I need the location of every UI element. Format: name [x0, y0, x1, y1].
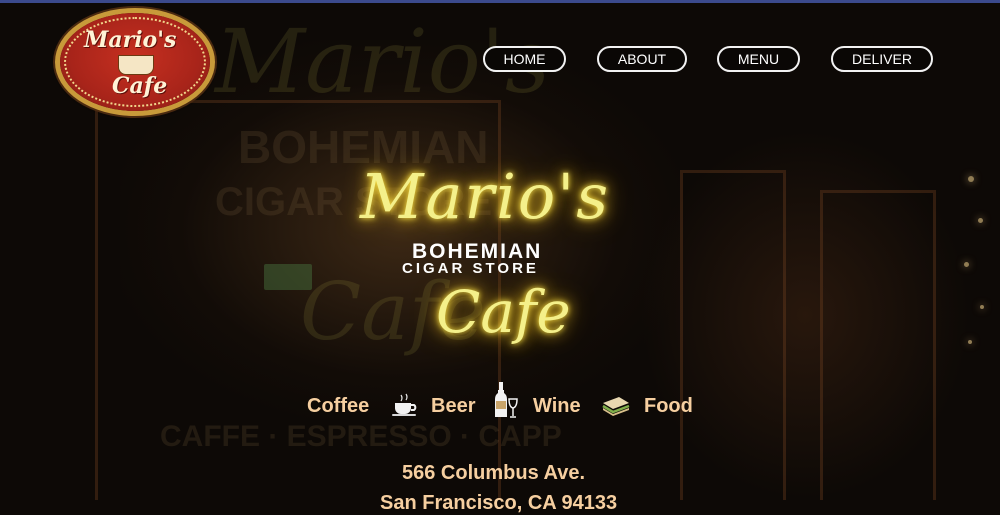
nav-deliver-button[interactable]: DELIVER — [831, 46, 933, 72]
background-window-text: CAFFE · ESPRESSO · CAPP — [160, 420, 562, 453]
logo-text-top: Mario's — [84, 27, 177, 53]
window-frame — [820, 190, 936, 500]
door-frame — [680, 170, 786, 500]
nav-home-button[interactable]: HOME — [483, 46, 566, 72]
site-logo[interactable]: Mario's Cafe — [60, 13, 210, 111]
offering-coffee: Coffee — [307, 395, 370, 417]
neon-title-cafe: Cafe — [436, 278, 571, 346]
sandwich-icon — [602, 397, 630, 416]
wine-bottle-icon — [495, 382, 518, 418]
background-light — [968, 176, 974, 182]
offering-food: Food — [644, 395, 693, 417]
background-light — [964, 262, 969, 267]
neon-title-marios: Mario's — [360, 160, 611, 233]
nav-menu-button[interactable]: MENU — [717, 46, 800, 72]
nav-about-button[interactable]: ABOUT — [597, 46, 687, 72]
address-city: San Francisco, CA 94133 — [380, 492, 618, 514]
address-street: 566 Columbus Ave. — [402, 462, 586, 484]
offering-wine: Wine — [533, 395, 581, 417]
background-exit-sign — [264, 264, 312, 290]
background-light — [980, 305, 984, 309]
logo-text-bottom: Cafe — [112, 73, 168, 99]
background-light — [978, 218, 983, 223]
coffee-cup-icon — [392, 393, 417, 416]
sign-cigar-store: CIGAR STORE — [402, 260, 539, 277]
background-light — [968, 340, 972, 344]
logo-cup-icon — [118, 55, 154, 75]
offering-beer: Beer — [431, 395, 476, 417]
